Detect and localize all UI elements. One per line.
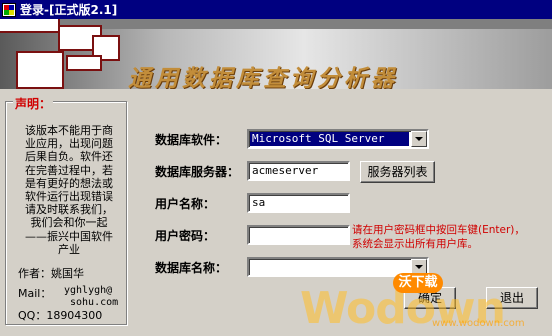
db-software-value: Microsoft SQL Server [250, 132, 409, 146]
author-label: 作者：姚国华 [18, 267, 84, 280]
password-hint: 请在用户密码框中按回车键(Enter)， 系统会显示出所有用户库。 [352, 223, 525, 251]
notice-line: 软件运行出现错误 [25, 190, 113, 204]
title-bar[interactable]: 登录-[正式版2.1] [0, 0, 552, 19]
notice-line: 是有更好的想法或 [25, 176, 113, 190]
notice-line: ——振兴中国软件 [25, 229, 113, 243]
db-name-label: 数据库名称： [155, 261, 228, 275]
mail-label: Mail： [18, 287, 52, 300]
password-input[interactable] [247, 225, 350, 245]
server-list-button[interactable]: 服务器列表 [360, 161, 435, 183]
app-icon[interactable] [2, 2, 16, 17]
db-software-label: 数据库软件： [155, 133, 228, 147]
notice-line: 请及时联系我们， [25, 203, 113, 217]
password-hint-line: 系统会显示出所有用户库。 [352, 238, 478, 250]
db-server-label: 数据库服务器： [155, 165, 240, 179]
watermark-badge: 沃下载 [393, 273, 443, 293]
password-hint-line: 请在用户密码框中按回车键(Enter)， [352, 224, 525, 236]
chevron-down-icon[interactable] [411, 131, 427, 147]
qq-label: QQ：18904300 [18, 309, 103, 322]
notice-legend: 声明： [13, 95, 54, 112]
notice-line: 业应用，出现问题 [25, 137, 113, 151]
db-server-input[interactable]: acmeserver [247, 161, 350, 181]
username-label: 用户名称： [155, 197, 216, 211]
notice-line: 后果自负。软件还 [25, 150, 113, 164]
db-name-value [250, 260, 254, 274]
password-label: 用户密码： [155, 229, 216, 243]
db-software-select[interactable]: Microsoft SQL Server [247, 129, 429, 149]
mail-value: yghlygh@ sohu.com [64, 285, 118, 309]
notice-line: 在完善过程中，若 [25, 163, 113, 177]
notice-line: 产业 [58, 242, 80, 256]
notice-text: 该版本不能用于商 业应用，出现问题 后果自负。软件还 在完善过程中，若 是有更好… [14, 124, 124, 256]
username-input[interactable]: sa [247, 193, 350, 213]
notice-line: 该版本不能用于商 [25, 124, 113, 137]
notice-panel: 声明： 该版本不能用于商 业应用，出现问题 后果自负。软件还 在完善过程中，若 … [5, 95, 127, 325]
notice-line: 我们会和你一起 [30, 216, 108, 230]
mail-line: yghlygh@ [64, 285, 113, 296]
watermark-url: www.wodown.com [432, 318, 525, 329]
window-title: 登录-[正式版2.1] [20, 3, 118, 17]
banner-title: 通用数据库查询分析器 [128, 65, 398, 89]
banner: 通用数据库查询分析器 [0, 19, 552, 89]
